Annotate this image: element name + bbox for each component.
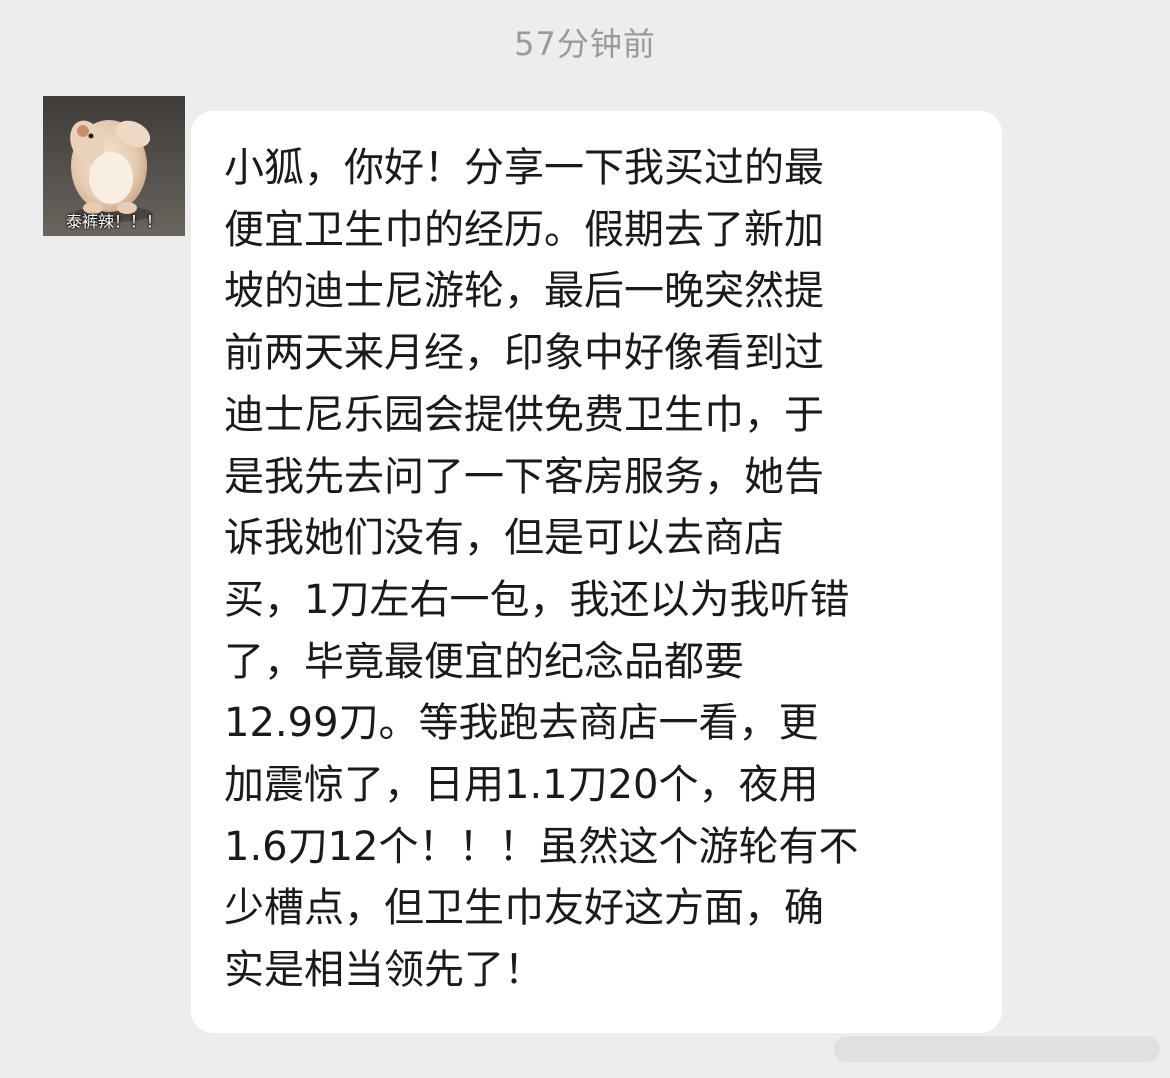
watermark [834,1036,1160,1062]
message-bubble[interactable]: 小狐，你好！分享一下我买过的最 便宜卫生巾的经历。假期去了新加 坡的迪士尼游轮，… [191,111,1002,1033]
sender-avatar[interactable]: 泰裤辣！！！ [43,96,185,236]
watermark-text [834,1036,1160,1062]
message-text: 小狐，你好！分享一下我买过的最 便宜卫生巾的经历。假期去了新加 坡的迪士尼游轮，… [224,145,859,994]
message-timestamp: 57分钟前 [514,25,656,63]
avatar-caption: 泰裤辣！！！ [65,212,162,231]
